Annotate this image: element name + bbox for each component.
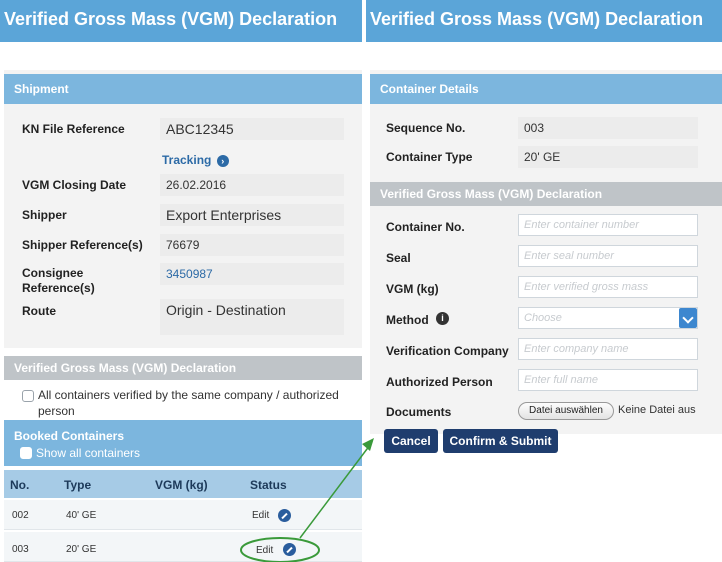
annotation-arrow-head [362,438,374,451]
annotation-overlay [240,438,374,562]
highlight-ring [240,537,320,562]
annotation-arrow-line [299,444,371,539]
